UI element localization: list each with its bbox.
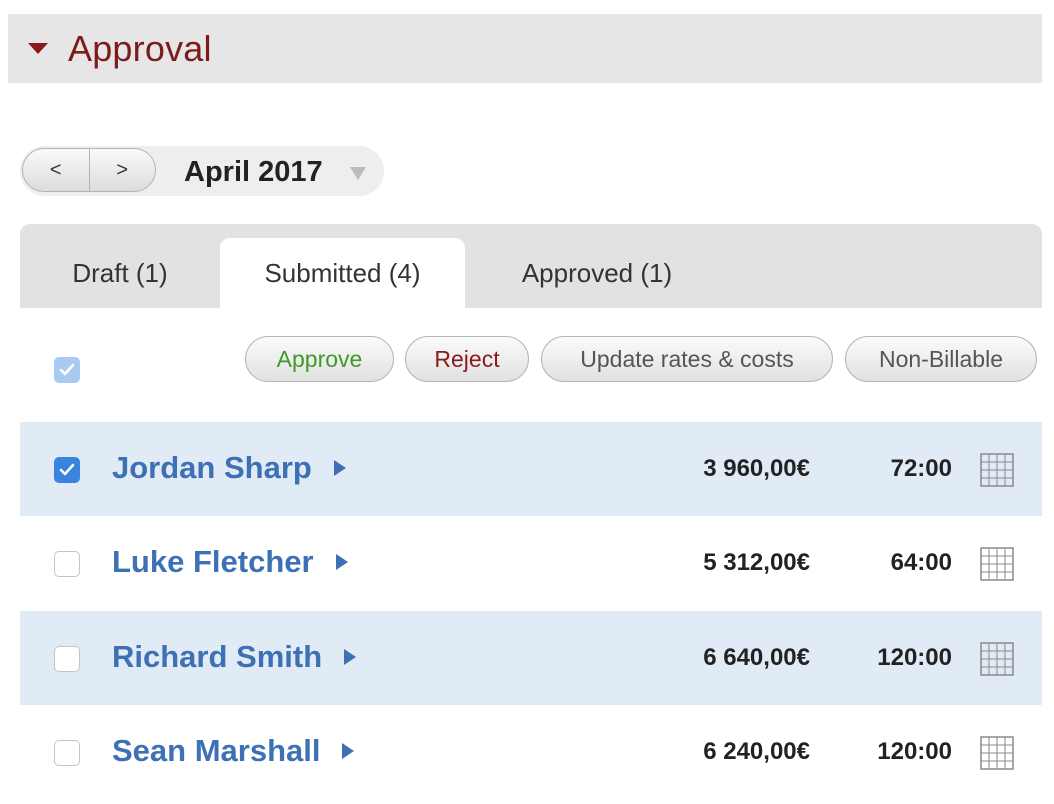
row-checkbox[interactable]: [54, 551, 80, 577]
employee-name-link[interactable]: Jordan Sharp: [112, 450, 346, 486]
row-amount: 6 240,00€: [703, 738, 810, 765]
row-checkbox[interactable]: [54, 457, 80, 483]
employee-name: Sean Marshall: [112, 733, 321, 768]
row-checkbox[interactable]: [54, 646, 80, 672]
timesheet-grid-icon[interactable]: [980, 736, 1014, 770]
timesheet-grid-icon[interactable]: [980, 642, 1014, 676]
reject-button[interactable]: Reject: [405, 336, 529, 382]
row-amount: 5 312,00€: [703, 549, 810, 576]
employee-name-link[interactable]: Richard Smith: [112, 639, 357, 675]
employee-name: Richard Smith: [112, 639, 323, 674]
timesheet-row[interactable]: Jordan Sharp 3 960,00€ 72:00: [20, 422, 1042, 516]
timesheet-row[interactable]: Luke Fletcher 5 312,00€ 64:00: [20, 516, 1042, 610]
row-checkbox[interactable]: [54, 740, 80, 766]
status-tabs: Draft (1) Submitted (4) Approved (1): [20, 224, 1042, 308]
expand-arrow-icon[interactable]: [335, 554, 348, 570]
timesheet-row[interactable]: Sean Marshall 6 240,00€ 120:00: [20, 705, 1042, 799]
expand-arrow-icon[interactable]: [333, 460, 346, 476]
expand-arrow-icon[interactable]: [342, 743, 355, 759]
month-dropdown-caret-icon[interactable]: [350, 167, 366, 180]
approve-button[interactable]: Approve: [245, 336, 394, 382]
checkmark-icon: [59, 463, 75, 476]
tab-approved[interactable]: Approved (1): [482, 238, 712, 308]
select-all-checkbox[interactable]: [54, 357, 80, 383]
timesheet-grid-icon[interactable]: [980, 453, 1014, 487]
row-hours: 64:00: [890, 549, 952, 576]
collapse-caret-icon[interactable]: [28, 43, 48, 54]
row-amount: 6 640,00€: [703, 644, 810, 671]
update-rates-costs-button[interactable]: Update rates & costs: [541, 336, 833, 382]
employee-name-link[interactable]: Luke Fletcher: [112, 544, 348, 580]
employee-name-link[interactable]: Sean Marshall: [112, 733, 355, 769]
month-navigator: < > April 2017: [20, 146, 384, 196]
month-nav-pill: < >: [22, 148, 156, 192]
employee-name: Luke Fletcher: [112, 544, 314, 579]
non-billable-button[interactable]: Non-Billable: [845, 336, 1037, 382]
section-title: Approval: [68, 27, 212, 69]
timesheet-grid-icon[interactable]: [980, 547, 1014, 581]
previous-month-button[interactable]: <: [23, 149, 89, 191]
month-label[interactable]: April 2017: [184, 156, 323, 189]
employee-name: Jordan Sharp: [112, 450, 312, 485]
row-hours: 120:00: [877, 738, 952, 765]
row-amount: 3 960,00€: [703, 455, 810, 482]
timesheet-row[interactable]: Richard Smith 6 640,00€ 120:00: [20, 611, 1042, 705]
next-month-button[interactable]: >: [88, 149, 156, 191]
row-hours: 72:00: [890, 455, 952, 482]
checkmark-icon: [59, 363, 75, 376]
tab-submitted[interactable]: Submitted (4): [220, 238, 465, 308]
section-header[interactable]: Approval: [8, 14, 1042, 83]
tab-draft[interactable]: Draft (1): [38, 238, 202, 308]
expand-arrow-icon[interactable]: [344, 649, 357, 665]
row-hours: 120:00: [877, 644, 952, 671]
